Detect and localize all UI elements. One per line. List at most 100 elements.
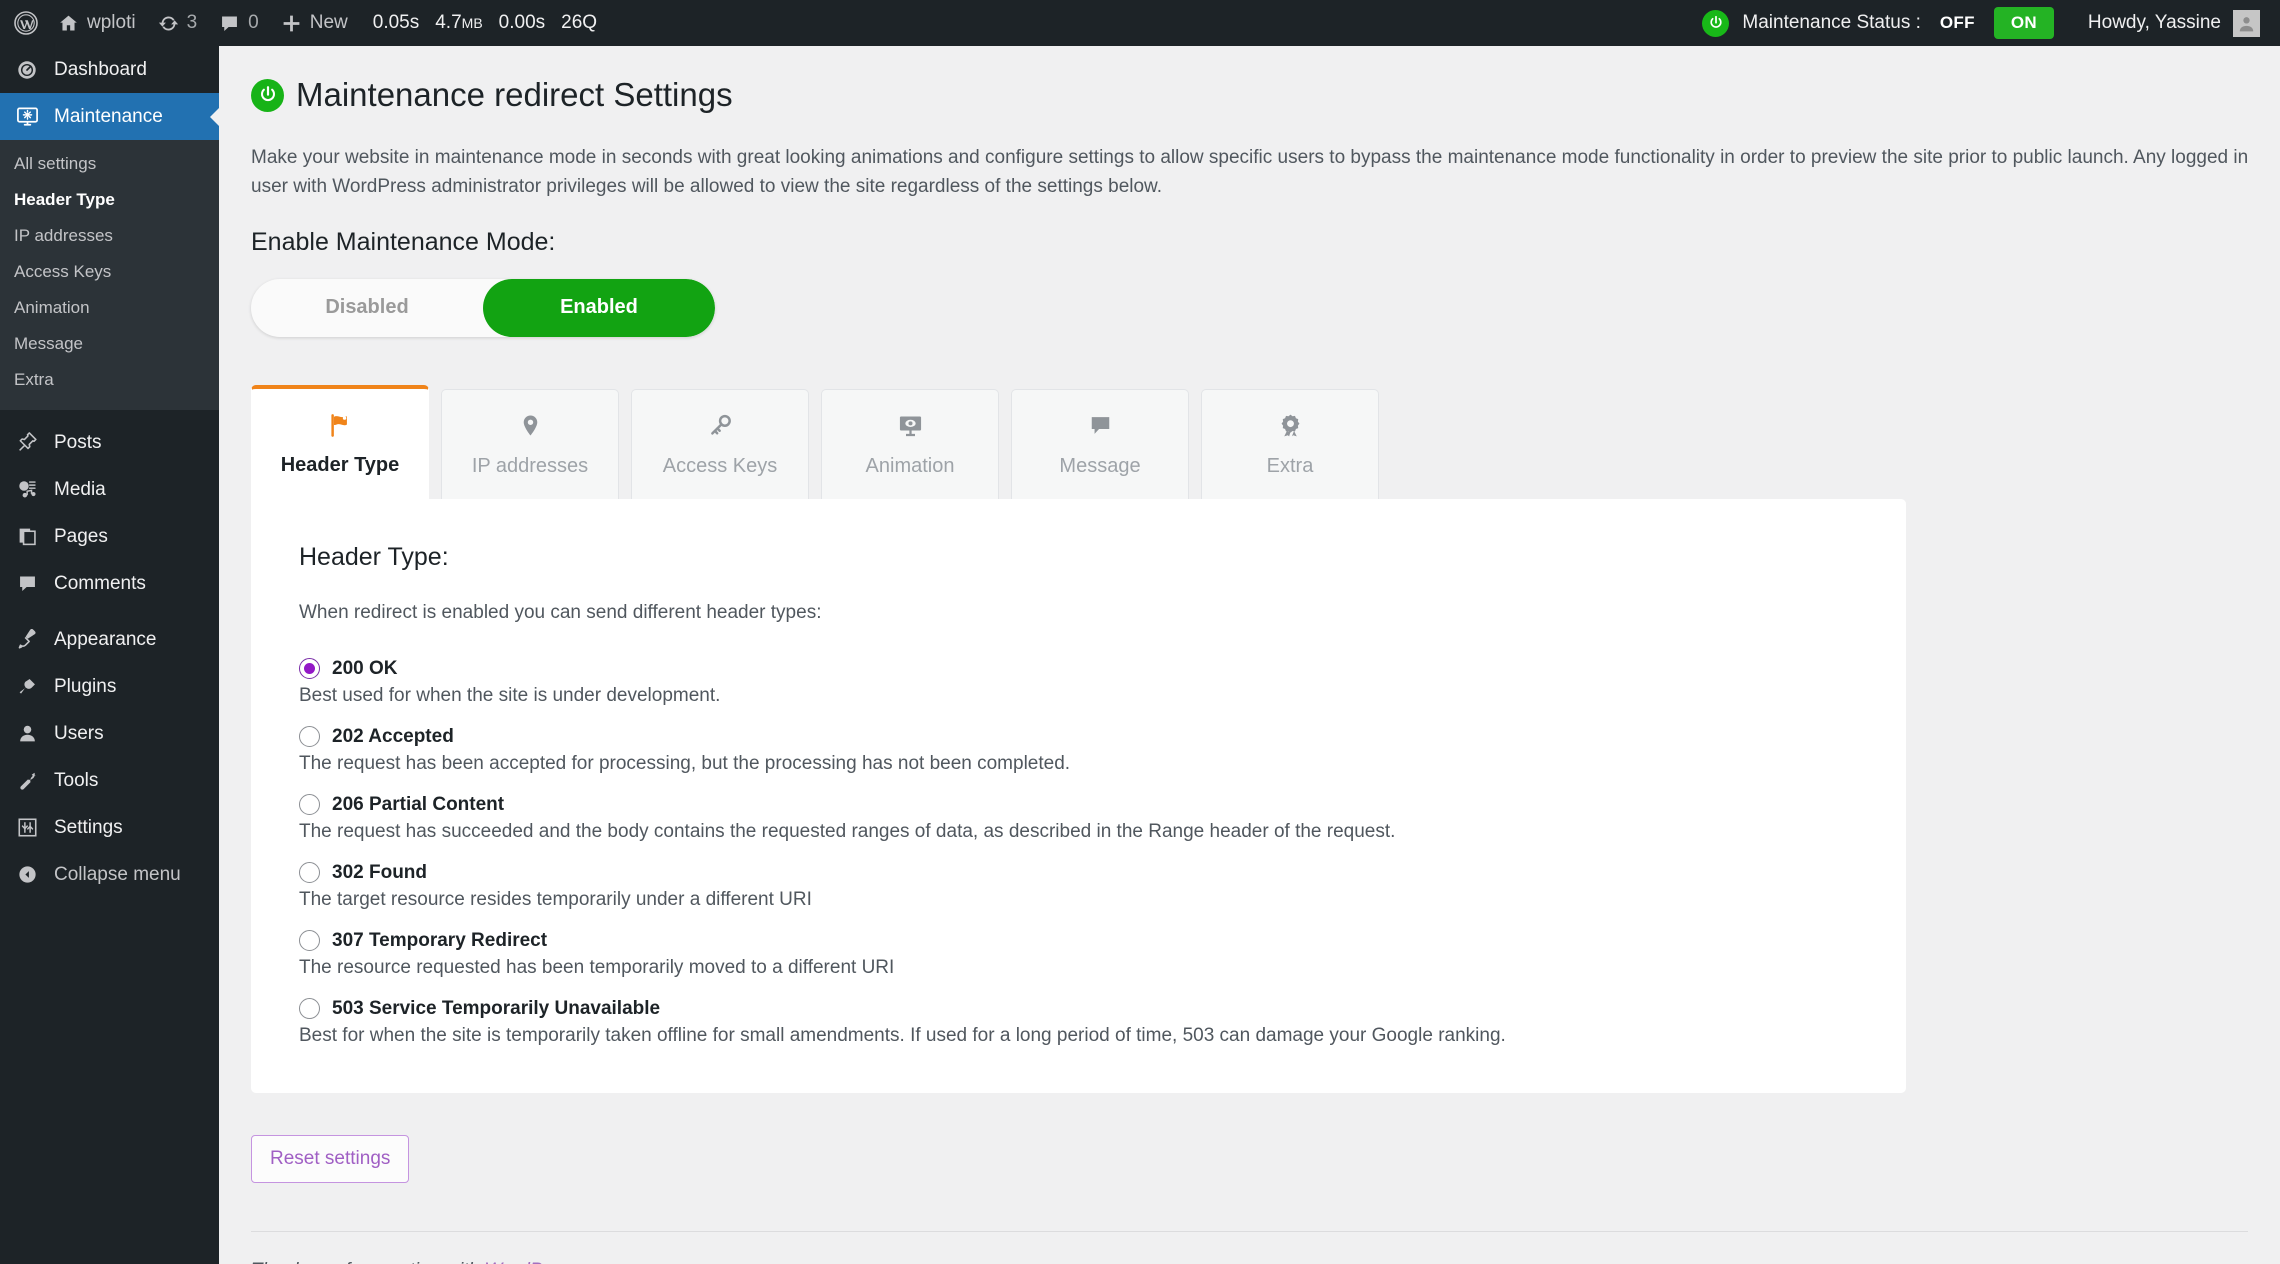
- sidebar-item-dashboard[interactable]: Dashboard: [0, 46, 219, 93]
- performance-metrics[interactable]: 0.05s 4.7MB 0.00s 26Q: [359, 12, 611, 34]
- tab-message[interactable]: Message: [1011, 388, 1189, 499]
- panel-title: Header Type:: [299, 542, 449, 571]
- radio-label: 503 Service Temporarily Unavailable: [332, 997, 661, 1019]
- radio-option-503-service-unavailable[interactable]: 503 Service Temporarily Unavailable: [299, 998, 1858, 1020]
- radio-option-202-accepted[interactable]: 202 Accepted: [299, 726, 1858, 748]
- submenu-item-animation[interactable]: Animation: [0, 290, 219, 326]
- wordpress-logo-menu[interactable]: [0, 0, 47, 46]
- tab-header-type[interactable]: Header Type: [251, 384, 429, 499]
- radio-button[interactable]: [299, 726, 320, 748]
- radio-option-206-partial-content[interactable]: 206 Partial Content: [299, 794, 1858, 816]
- site-name-menu[interactable]: wploti: [47, 0, 147, 46]
- radio-option-200-ok[interactable]: 200 OK: [299, 658, 1858, 680]
- radio-description: The request has been accepted for proces…: [299, 752, 1071, 774]
- radio-option-302-found[interactable]: 302 Found: [299, 862, 1858, 884]
- toggle-option-disabled[interactable]: Disabled: [251, 279, 483, 337]
- tab-label: Message: [1059, 454, 1141, 477]
- submenu-item-extra[interactable]: Extra: [0, 362, 219, 398]
- footer-suffix: .: [578, 1260, 583, 1264]
- sidebar-item-label: Appearance: [54, 628, 157, 650]
- header-type-radio-group: 200 OK Best used for when the site is un…: [299, 658, 1858, 1047]
- sidebar-item-label: Collapse menu: [54, 863, 181, 885]
- wordpress-link[interactable]: WordPress: [484, 1260, 578, 1264]
- radio-description: The target resource resides temporarily …: [299, 888, 812, 910]
- flag-icon: [327, 410, 354, 440]
- menu-separator: [0, 410, 219, 419]
- admin-bar: wploti 3 0 New 0.05s 4.7MB 0.00s 26Q Mai…: [0, 0, 2280, 46]
- radio-description: Best for when the site is temporarily ta…: [299, 1024, 1506, 1046]
- submenu-item-message[interactable]: Message: [0, 326, 219, 362]
- tab-ip-addresses[interactable]: IP addresses: [441, 388, 619, 499]
- sidebar-item-label: Tools: [54, 769, 99, 791]
- radio-button[interactable]: [299, 658, 320, 680]
- submenu-item-ip-addresses[interactable]: IP addresses: [0, 218, 219, 254]
- updates-count: 3: [186, 12, 198, 33]
- maintenance-off-button[interactable]: OFF: [1934, 13, 1981, 33]
- updates-menu[interactable]: 3: [147, 0, 209, 46]
- sidebar-item-label: Posts: [54, 431, 102, 453]
- user-icon: [14, 723, 40, 744]
- sidebar-item-maintenance[interactable]: Maintenance: [0, 93, 219, 140]
- sidebar-item-comments[interactable]: Comments: [0, 560, 219, 607]
- query-time: 0.00s: [498, 12, 546, 33]
- radio-button[interactable]: [299, 862, 320, 884]
- maintenance-status-menu[interactable]: Maintenance Status : OFF ON: [1688, 7, 2068, 39]
- sidebar-item-pages[interactable]: Pages: [0, 513, 219, 560]
- new-content-menu[interactable]: New: [270, 0, 359, 46]
- radio-option-307-temporary-redirect[interactable]: 307 Temporary Redirect: [299, 930, 1858, 952]
- pages-icon: [14, 526, 40, 547]
- dashboard-icon: [14, 59, 40, 81]
- memory-usage: 4.7MB: [435, 12, 483, 33]
- sidebar-item-collapse-menu[interactable]: Collapse menu: [0, 851, 219, 898]
- reset-settings-button[interactable]: Reset settings: [251, 1134, 410, 1183]
- toggle-option-enabled[interactable]: Enabled: [483, 278, 715, 337]
- admin-sidebar: Dashboard Maintenance All settings Heade…: [0, 46, 219, 1264]
- menu-separator: [0, 607, 219, 616]
- key-icon: [708, 411, 733, 441]
- sidebar-item-label: Media: [54, 478, 106, 500]
- sidebar-item-media[interactable]: Media: [0, 466, 219, 513]
- sidebar-item-posts[interactable]: Posts: [0, 419, 219, 466]
- brush-icon: [14, 629, 40, 650]
- sidebar-item-tools[interactable]: Tools: [0, 757, 219, 804]
- submenu-item-header-type[interactable]: Header Type: [0, 182, 219, 218]
- plus-icon: [281, 13, 302, 34]
- radio-button[interactable]: [299, 794, 320, 816]
- submenu-item-access-keys[interactable]: Access Keys: [0, 254, 219, 290]
- sidebar-item-label: Maintenance: [54, 105, 163, 127]
- maintenance-on-button[interactable]: ON: [1993, 7, 2054, 39]
- speech-bubble-icon: [1088, 411, 1113, 441]
- maintenance-status-label: Maintenance Status :: [1742, 12, 1921, 33]
- tab-extra[interactable]: Extra: [1201, 388, 1379, 499]
- maintenance-mode-toggle[interactable]: Disabled Enabled: [251, 278, 715, 337]
- new-content-label: New: [309, 12, 348, 33]
- tab-animation[interactable]: Animation: [821, 388, 999, 499]
- radio-description: The request has succeeded and the body c…: [299, 820, 1396, 842]
- collapse-icon: [14, 864, 40, 885]
- comments-menu[interactable]: 0: [208, 0, 270, 46]
- radio-button[interactable]: [299, 998, 320, 1020]
- sidebar-item-users[interactable]: Users: [0, 710, 219, 757]
- tab-access-keys[interactable]: Access Keys: [631, 388, 809, 499]
- radio-button[interactable]: [299, 930, 320, 952]
- admin-footer: Thank you for creating with WordPress.: [251, 1230, 2248, 1264]
- media-icon: [14, 479, 40, 500]
- comments-count: 0: [248, 12, 259, 33]
- site-name-label: wploti: [87, 12, 136, 33]
- comments-icon: [219, 13, 240, 34]
- power-icon: [251, 78, 284, 112]
- user-account-menu[interactable]: Howdy, Yassine: [2068, 9, 2274, 37]
- page-title: Maintenance redirect Settings: [251, 74, 2280, 117]
- page-intro: Make your website in maintenance mode in…: [251, 146, 2249, 198]
- plug-icon: [14, 676, 40, 697]
- panel-subtitle: When redirect is enabled you can send di…: [299, 601, 822, 623]
- sidebar-item-appearance[interactable]: Appearance: [0, 616, 219, 663]
- sidebar-item-settings[interactable]: Settings: [0, 804, 219, 851]
- submenu-item-all-settings[interactable]: All settings: [0, 146, 219, 182]
- sidebar-item-label: Settings: [54, 816, 123, 838]
- page-title-text: Maintenance redirect Settings: [296, 76, 733, 113]
- radio-description: The resource requested has been temporar…: [299, 956, 895, 978]
- sidebar-item-plugins[interactable]: Plugins: [0, 663, 219, 710]
- monitor-eye-icon: [897, 411, 924, 441]
- tab-label: Animation: [865, 454, 955, 477]
